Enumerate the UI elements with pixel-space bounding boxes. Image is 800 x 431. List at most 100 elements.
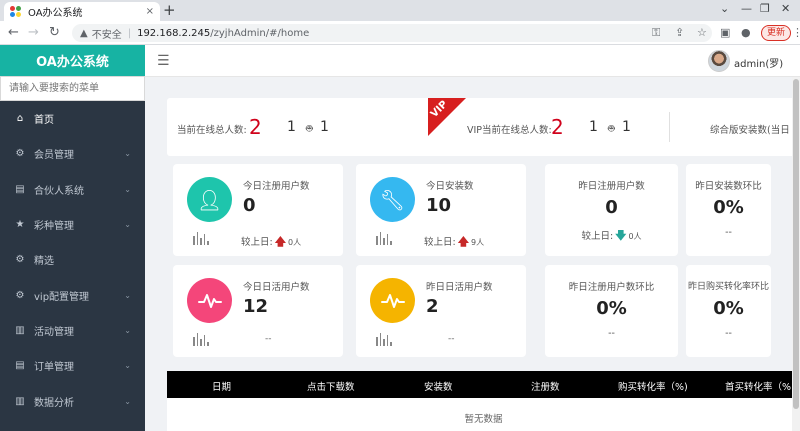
sidebar-item[interactable]: ▥ 数据分析 ⌄ [0,383,145,418]
avatar[interactable] [708,50,730,72]
card-today-active: 今日日活用户数 12 -- [173,265,343,357]
favicon-icon [10,5,22,18]
arrow-up-icon: 🡅 [457,235,470,248]
key-icon[interactable]: ⚿ [652,26,660,40]
card-today-install: 🔧︎ 今日安装数 10 较上日: 🡅 9人 [356,164,526,256]
compare-value: -- [265,334,272,344]
online-total-android: 1 [320,119,329,135]
sidebar: OA办公系统 ⌂ 首页 ⚙ 会员管理 ⌄ ▤ 合伙人系统 ⌄ ★ 彩种管理 ⌄ ⚙ 精选 ⚙ vip配置管理… [0,45,145,431]
sidebar-item[interactable]: ⌂ 首页 [0,101,145,136]
browser-toolbar: ← → ↻ ▲ 不安全 | 192.168.2.245/zyjhAdmin/#/… [0,21,800,45]
sidebar-item[interactable]: ⚙ vip配置管理 ⌄ [0,277,145,312]
warning-icon[interactable]: ▲ [80,28,88,39]
share-icon[interactable]: ⇪ [675,26,684,40]
sidebar-item[interactable]: ▤ 合伙人系统 ⌄ [0,172,145,207]
vip-online-label: VIP当前在线总人数: [467,125,552,136]
chevron-down-icon: ⌄ [124,396,131,406]
restore-icon[interactable]: ❐ [760,2,770,15]
online-stats-bar: 当前在线总人数: 2 1 🤖︎ 1 VIP VIP当前在线总人数: 2 1 🤖︎… [167,98,800,156]
card-compare: 较上日: 🡇 0人 [545,227,678,246]
sidebar-item[interactable]: ⚙ 精选 [0,242,145,277]
sidebar-item[interactable]: ▤ 订单管理 ⌄ [0,348,145,383]
sidebar-item[interactable]: ▥ 活动管理 ⌄ [0,313,145,348]
forward-icon[interactable]: → [28,25,39,41]
divider [669,112,670,142]
empty-state-text: 暂无数据 [464,414,503,425]
card-yesterday-register-ratio: 昨日注册用户数环比 0% -- [545,265,678,357]
user-name[interactable]: admin(罗) [734,55,783,70]
url-separator: | [127,27,132,39]
card-value: 0 [243,195,256,216]
compare-label: 较上日: [581,231,614,242]
sidebar-item[interactable]: ⚙ 会员管理 ⌄ [0,136,145,171]
column-header: 注册数 [531,382,560,393]
card-value: 0 [605,197,618,218]
sidebar-menu: ⌂ 首页 ⚙ 会员管理 ⌄ ▤ 合伙人系统 ⌄ ★ 彩种管理 ⌄ ⚙ 精选 ⚙ vip配置管理 ⌄ ▥ 活动管理 ⌄… [0,101,145,419]
more-menu-icon[interactable]: ⋮ [792,26,800,40]
pulse-icon [197,293,222,308]
user-add-icon: 👤︎ [187,177,232,222]
vip-online-count: 2 [551,115,564,139]
pulse-icon [380,293,405,308]
chevron-down-icon: ⌄ [124,361,131,371]
online-total-ios: 1 [287,119,296,135]
browser-tab[interactable]: OA办公系统 × [4,2,160,21]
arrow-down-icon: 🡇 [615,229,627,242]
card-today-register: 👤︎ 今日注册用户数 0 较上日: 🡅 0人 [173,164,343,256]
card-compare: -- [608,328,615,339]
chevron-down-icon: ⌄ [124,184,131,194]
sidebar-panel-icon[interactable]: ▣ [720,26,730,40]
close-window-icon[interactable]: ✕ [781,2,790,15]
card-title: 今日注册用户数 [243,181,310,192]
card-value: 0% [596,298,627,319]
page-scrollbar[interactable] [792,77,800,431]
back-icon[interactable]: ← [8,25,19,41]
online-total-count: 2 [249,115,262,139]
card-yesterday-register: 昨日注册用户数 0 较上日: 🡇 0人 [545,164,678,256]
chevron-down-icon[interactable]: ⌄ [720,2,729,15]
scrollbar-thumb[interactable] [793,79,799,409]
compare-value: 0人 [288,238,302,247]
close-tab-icon[interactable]: × [146,6,154,17]
online-total-label: 当前在线总人数: [177,125,247,136]
sidebar-item-label: 活动管理 [34,326,74,338]
new-tab-button[interactable]: + [163,2,176,19]
gear-icon: ⚙ [15,254,25,266]
bar-chart-icon: ▥ [15,395,25,407]
sidebar-item-label: 数据分析 [34,397,74,409]
card-title: 今日安装数 [426,181,474,192]
vip-online-android: 1 [622,119,631,135]
card-title: 昨日购买转化率环比 [687,282,769,292]
mini-bars-icon [376,332,392,346]
reload-icon[interactable]: ↻ [49,25,60,41]
column-header: 购买转化率（%) [618,382,688,393]
menu-search-input[interactable] [0,76,145,101]
android-icon: 🤖︎ [608,122,615,135]
gear-icon: ⚙ [15,148,25,160]
brand-title: OA办公系统 [0,45,145,76]
mini-bars-icon [193,332,209,346]
wrench-icon: 🔧︎ [370,177,415,222]
sidebar-item-label: 首页 [34,115,54,127]
document-icon: ▤ [15,183,25,195]
update-button[interactable]: 更新 [761,25,792,41]
vip-online-ios: 1 [589,119,598,135]
minimize-icon[interactable]: — [741,2,752,15]
card-yesterday-active: 昨日日活用户数 2 -- [356,265,526,357]
sidebar-item-label: 会员管理 [34,150,74,162]
compare-label: 较上日: [424,237,456,248]
bookmark-star-icon[interactable]: ☆ [697,26,707,40]
sidebar-item[interactable]: ★ 彩种管理 ⌄ [0,207,145,242]
home-icon: ⌂ [16,113,24,125]
card-compare: 较上日: 🡅 0人 [241,233,301,252]
table-header: 日期 点击下载数 安装数 注册数 购买转化率（%) 首买转化率（% [167,371,800,398]
column-header: 安装数 [424,382,453,393]
profile-icon[interactable]: ● [741,26,751,40]
sidebar-item-label: 彩种管理 [34,221,74,233]
card-compare: -- [725,328,732,339]
hamburger-menu-icon[interactable]: ☰ [157,53,170,69]
column-header: 日期 [212,382,232,393]
compare-label: 较上日: [241,237,273,248]
address-bar[interactable]: ▲ 不安全 | 192.168.2.245/zyjhAdmin/#/home [72,24,712,42]
compare-value: -- [448,334,455,344]
